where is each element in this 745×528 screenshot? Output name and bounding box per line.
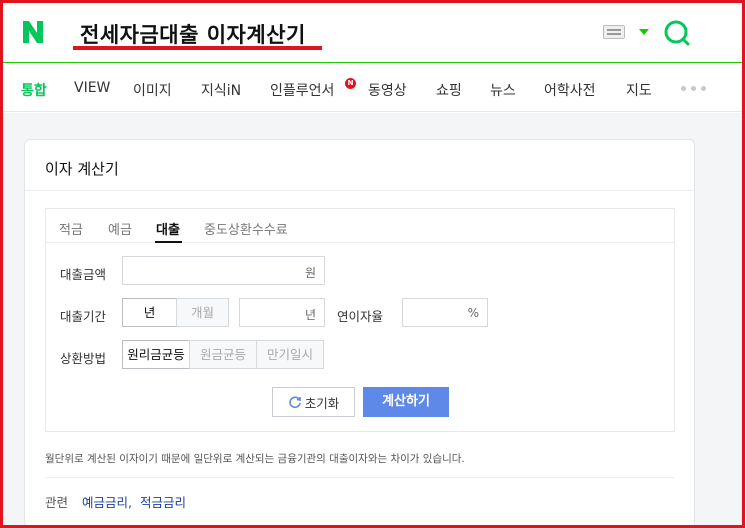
card-title: 이자 계산기 (45, 160, 119, 178)
calculate-button[interactable]: 계산하기 (363, 387, 449, 417)
repayment-equal-principal[interactable]: 원금균등 (189, 340, 257, 369)
interest-calculator-card: 이자 계산기 적금 예금 대출 중도상환수수료 대출금액 원 대출기간 년 개월… (24, 139, 695, 528)
loan-amount-label: 대출금액 (60, 267, 107, 282)
tab-deposit[interactable]: 예금 (108, 219, 132, 238)
search-header: 전세자금대출 이자계산기 (3, 3, 742, 63)
repayment-bullet[interactable]: 만기일시 (256, 340, 324, 369)
tab-integrated[interactable]: 통합 (21, 80, 47, 100)
tab-view[interactable]: VIEW (74, 80, 110, 96)
keyboard-icon[interactable] (603, 25, 625, 39)
tab-prepayment-fee[interactable]: 중도상환수수료 (204, 219, 288, 238)
related-links: 관련 예금금리, 적금금리 (45, 495, 186, 510)
search-icon[interactable] (662, 18, 692, 48)
tab-knowledge[interactable]: 지식iN (201, 80, 241, 100)
won-unit: 원 (304, 266, 316, 280)
tab-news[interactable]: 뉴스 (490, 80, 516, 100)
active-tab-indicator (155, 241, 182, 243)
link-deposit-rate[interactable]: 예금금리 (82, 495, 128, 510)
tab-image[interactable]: 이미지 (133, 80, 172, 100)
divider (45, 477, 674, 478)
divider (25, 190, 694, 191)
refresh-icon (289, 396, 301, 409)
tab-loan[interactable]: 대출 (156, 219, 180, 238)
calculator-panel: 적금 예금 대출 중도상환수수료 대출금액 원 대출기간 년 개월 년 연이자율… (45, 208, 675, 432)
new-badge: N (345, 78, 356, 89)
period-year-toggle[interactable]: 년 (122, 298, 177, 327)
tab-map[interactable]: 지도 (626, 80, 652, 100)
tab-savings[interactable]: 적금 (59, 219, 83, 238)
chevron-down-icon[interactable] (639, 29, 649, 35)
tab-video[interactable]: 동영상 (368, 80, 407, 100)
year-unit: 년 (304, 308, 316, 322)
search-tabs: 통합 VIEW 이미지 지식iN 인플루언서 N 동영상 쇼핑 뉴스 어학사전 … (3, 64, 742, 112)
calculation-notice: 월단위로 계산된 이자이기 때문에 일단위로 계산되는 금융기관의 대출이자와는… (45, 453, 465, 465)
reset-label: 초기화 (304, 395, 340, 411)
period-month-toggle[interactable]: 개월 (176, 298, 229, 327)
percent-unit: % (467, 306, 479, 320)
loan-amount-input[interactable]: 원 (122, 256, 325, 285)
tab-influencer[interactable]: 인플루언서 (270, 80, 334, 100)
loan-period-label: 대출기간 (60, 309, 107, 324)
repayment-method-label: 상환방법 (60, 351, 107, 366)
tab-dictionary[interactable]: 어학사전 (544, 80, 596, 100)
query-underline (73, 46, 322, 50)
repayment-equal-installment[interactable]: 원리금균등 (122, 340, 190, 369)
tab-shopping[interactable]: 쇼핑 (436, 80, 462, 100)
naver-logo[interactable] (21, 19, 45, 45)
interest-rate-label: 연이자율 (337, 309, 384, 324)
more-tabs-icon[interactable] (681, 86, 706, 91)
link-savings-rate[interactable]: 적금금리 (140, 495, 186, 510)
reset-button[interactable]: 초기화 (272, 387, 355, 417)
calculator-tabs: 적금 예금 대출 중도상환수수료 (46, 209, 674, 243)
interest-rate-input[interactable]: % (402, 298, 488, 327)
related-label: 관련 (45, 495, 69, 510)
loan-period-input[interactable]: 년 (239, 298, 325, 327)
search-query-input[interactable]: 전세자금대출 이자계산기 (80, 19, 306, 49)
